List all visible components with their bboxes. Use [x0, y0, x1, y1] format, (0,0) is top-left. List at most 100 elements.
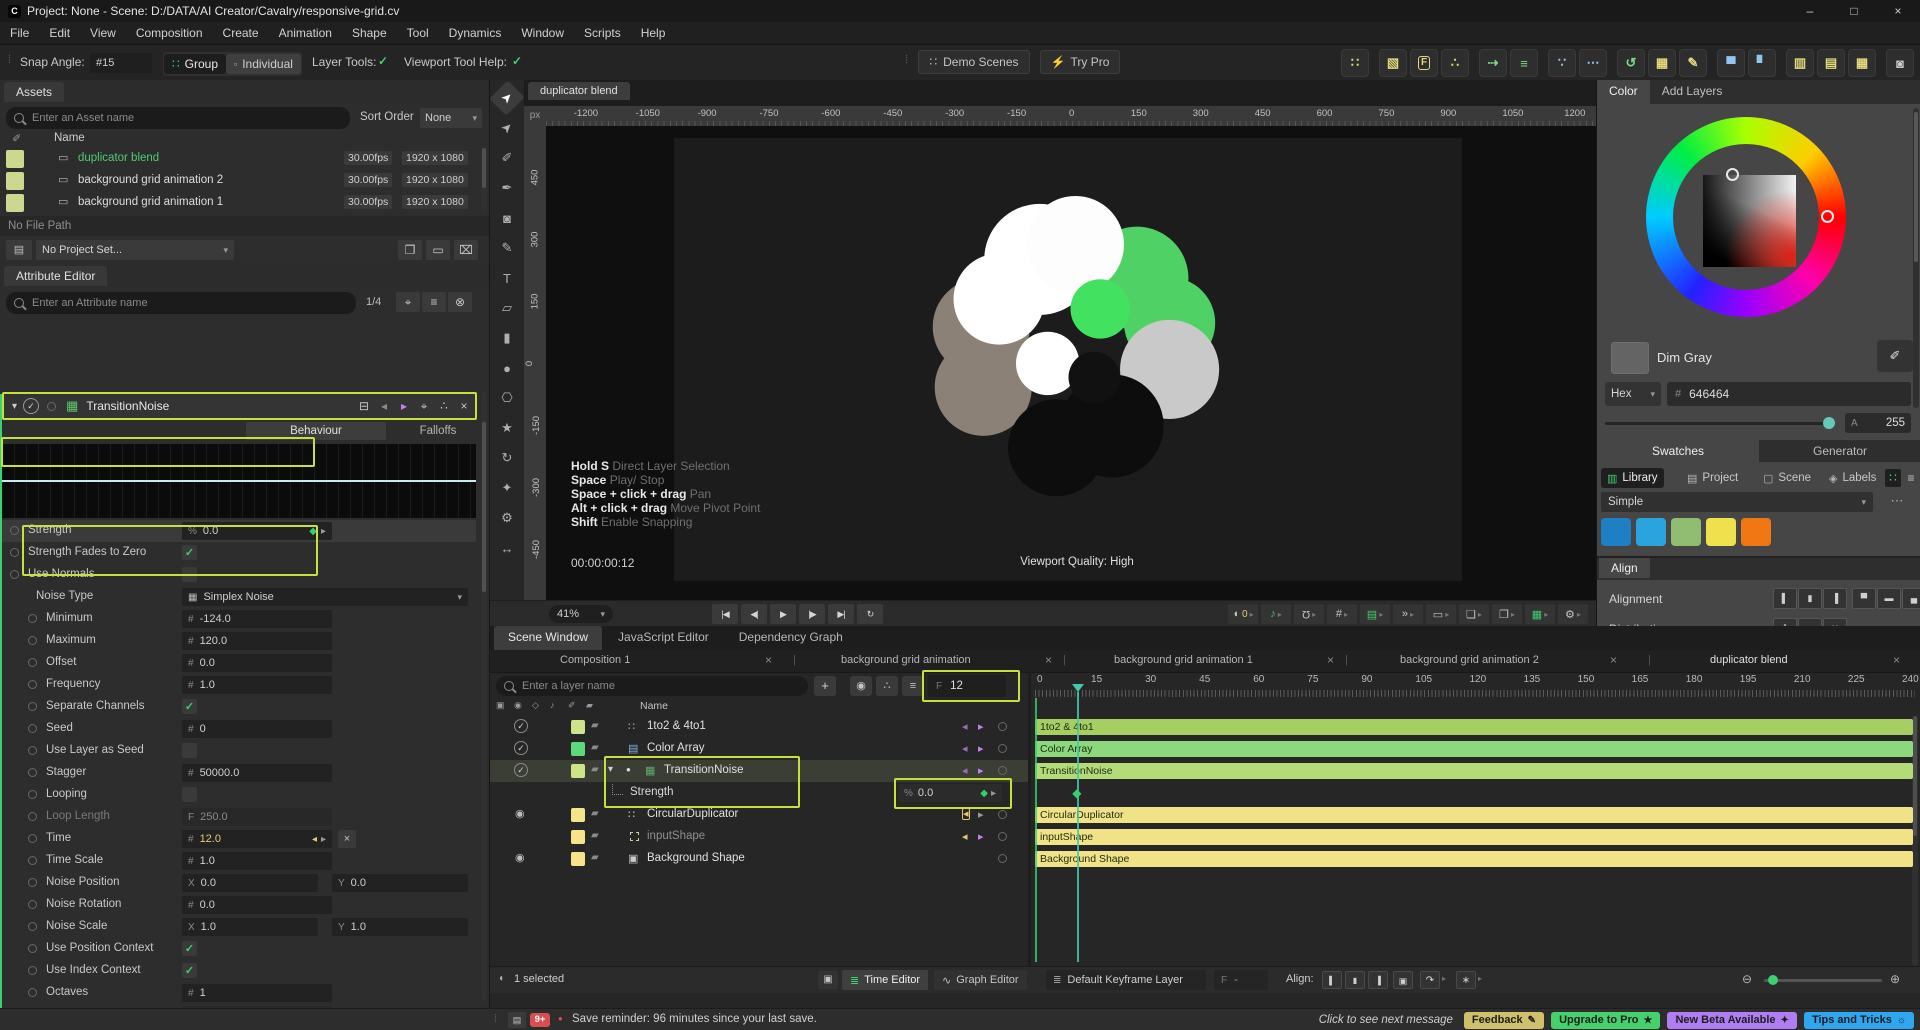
prev-keyframe-icon[interactable]: ◂ [375, 399, 393, 413]
demo-scenes-button[interactable]: ∷ Demo Scenes [918, 50, 1030, 74]
swatch-more-button[interactable]: ⋯ [1881, 492, 1913, 512]
layer-color-swatch[interactable] [571, 808, 585, 822]
time-editor-tab[interactable]: ≣Time Editor [842, 970, 928, 990]
rotate-ccw-icon[interactable]: ↺ [1617, 49, 1645, 77]
camera-tool[interactable]: ◙ [494, 206, 520, 230]
wheel-selector[interactable] [1821, 210, 1834, 223]
attr-field[interactable]: #12.0◂▸ [182, 830, 332, 848]
comp-tab-composition-1[interactable]: Composition 1 [560, 654, 630, 666]
asset-name[interactable]: background grid animation 1 [78, 196, 223, 208]
layer-tools-check-icon[interactable]: ✓ [378, 54, 388, 68]
menu-view[interactable]: View [80, 26, 126, 40]
attr-circle-icon[interactable] [28, 614, 37, 623]
view-grid-icon[interactable]: ∷ [1341, 49, 1369, 77]
viewport-tab[interactable]: duplicator blend [528, 82, 630, 100]
color-panel-scrollbar[interactable] [1913, 108, 1919, 408]
audio-icon[interactable]: ♪▸ [1261, 604, 1291, 624]
comp-tab-background-grid-animation-2[interactable]: background grid animation 2 [1400, 654, 1539, 666]
row-layout-icon[interactable]: ▤ [1817, 49, 1845, 77]
viewport-zoom-select[interactable]: 41%▾ [549, 605, 613, 623]
source-project[interactable]: ▤Project [1681, 468, 1744, 488]
attr-field[interactable]: #1.0 [182, 676, 332, 694]
square-selector[interactable] [1726, 168, 1739, 181]
tab-add-layers[interactable]: Add Layers [1650, 80, 1735, 104]
attr-checkbox[interactable]: ✓ [182, 699, 197, 714]
tab-dependency-graph[interactable]: Dependency Graph [725, 626, 857, 650]
attr-circle-icon[interactable] [28, 746, 37, 755]
tab-color[interactable]: Color [1597, 80, 1650, 104]
attr-circle-icon[interactable] [28, 966, 37, 975]
layer-name[interactable]: 1to2 & 4to1 [647, 720, 706, 732]
prev-keyframe-icon[interactable]: ◂ [312, 834, 317, 845]
swatch-color[interactable] [1601, 518, 1631, 546]
menu-file[interactable]: File [0, 26, 39, 40]
tab-scene-window[interactable]: Scene Window [494, 626, 602, 650]
feedback-button[interactable]: Feedback✎ [1464, 1012, 1544, 1029]
layer-tag-icon[interactable]: ▰ [591, 720, 599, 731]
saturation-value-square[interactable] [1703, 175, 1796, 267]
swatch-color[interactable] [1671, 518, 1701, 546]
attr-field[interactable]: #50000.0 [182, 764, 332, 782]
menu-animation[interactable]: Animation [269, 26, 342, 40]
track-bar-circularduplicator[interactable]: CircularDuplicator [1035, 807, 1913, 823]
hex-value-field[interactable]: #646464 [1667, 382, 1911, 406]
attr-circle-icon[interactable] [28, 658, 37, 667]
asset-name[interactable]: background grid animation 2 [78, 174, 223, 186]
eyedropper-button[interactable]: ✐ [1877, 340, 1913, 372]
table-layout-icon[interactable]: ▦ [1848, 49, 1876, 77]
layer-row-transitionnoise[interactable]: ✓▰▾●▦TransitionNoise◂▸ [490, 760, 1028, 782]
expand-chevron-icon[interactable]: ▾ [608, 764, 613, 775]
asset-row[interactable]: ▭duplicator blend30.00fps1920 x 1080 [0, 148, 478, 170]
attr-circle-icon[interactable] [28, 922, 37, 931]
source-labels[interactable]: ◈Labels [1823, 468, 1882, 488]
assets-tab[interactable]: Assets [4, 82, 64, 102]
layer-color-swatch[interactable] [571, 764, 585, 778]
list-timeline-splitter[interactable] [1028, 672, 1031, 992]
brush-tool[interactable]: ✐ [494, 146, 520, 170]
tab-falloffs[interactable]: Falloffs [398, 422, 478, 440]
attribute-search-input[interactable]: Enter an Attribute name [6, 292, 356, 314]
asset-color-swatch[interactable] [6, 150, 24, 168]
visibility-eye-icon[interactable]: ◉ [515, 807, 525, 820]
swatch-grid-view-button[interactable]: ∷ [1885, 469, 1901, 487]
project-set-select[interactable]: No Project Set...▾ [36, 240, 234, 260]
tips-and-tricks-button[interactable]: Tips and Tricks☼ [1804, 1012, 1914, 1029]
child-strength-field[interactable]: %0.0◆▸ [898, 784, 1002, 802]
align-layers-icon[interactable]: ≡ [1510, 49, 1538, 77]
tab-behaviour[interactable]: Behaviour [246, 422, 386, 440]
keyframe-diamond-icon[interactable]: ◆ [309, 526, 317, 537]
next-keyframe-icon[interactable]: ▸ [978, 720, 984, 733]
prev-keyframe-icon[interactable]: ◂ [962, 742, 968, 755]
layer-row-background-shape[interactable]: ◉▰▣Background Shape [490, 848, 1028, 870]
snapping-magnet-icon[interactable]: Ω▸ [1294, 604, 1324, 624]
layer-row-circularduplicator[interactable]: ◉▰∷CircularDuplicator◂▸ [490, 804, 1028, 826]
attr-field[interactable]: #-124.0 [182, 610, 332, 628]
track-bar-transitionnoise[interactable]: TransitionNoise [1035, 763, 1913, 779]
asset-search-input[interactable]: Enter an Asset name [6, 107, 350, 129]
asset-color-swatch[interactable] [6, 172, 24, 190]
footer-frame-button[interactable]: ▣ [1393, 971, 1413, 989]
comp-tab-close-icon[interactable]: × [1327, 653, 1334, 667]
attr-circle-icon[interactable] [28, 790, 37, 799]
prev-keyframe-icon[interactable]: ◂ [962, 720, 968, 733]
menu-shape[interactable]: Shape [342, 26, 397, 40]
alpha-slider-track[interactable] [1605, 422, 1835, 425]
comp-tab-close-icon[interactable]: × [765, 653, 772, 667]
timeline-scroll-thumb[interactable] [1913, 716, 1917, 836]
scatter-icon[interactable]: ∴ [1441, 49, 1469, 77]
attr-checkbox[interactable]: ✓ [182, 941, 197, 956]
track-bar-1to2-4to1[interactable]: 1to2 & 4to1 [1035, 719, 1913, 735]
toolbar-grip[interactable]: ⁞ [8, 54, 11, 66]
layer-name[interactable]: Background Shape [647, 852, 745, 864]
alpha-slider-knob[interactable] [1823, 417, 1835, 429]
comp-tab-background-grid-animation[interactable]: background grid animation [841, 654, 971, 666]
ellipse-tool[interactable]: ● [494, 356, 520, 380]
next-keyframe-icon[interactable]: ▸ [978, 808, 984, 821]
step-forward-button[interactable]: |▶ [799, 604, 825, 624]
transform-tool[interactable]: ▱ [494, 296, 520, 320]
menu-scripts[interactable]: Scripts [574, 26, 631, 40]
menu-dynamics[interactable]: Dynamics [439, 26, 512, 40]
swatch-color[interactable] [1636, 518, 1666, 546]
keyframe-bars-icon[interactable]: ▦ [1648, 49, 1676, 77]
viewport-tool-help-check-icon[interactable]: ✓ [512, 54, 522, 68]
